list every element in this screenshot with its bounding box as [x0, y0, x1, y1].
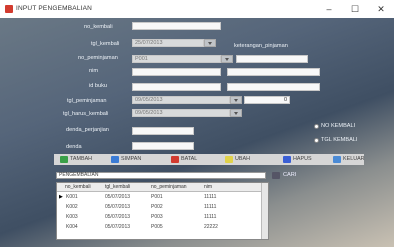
label-no-peminjaman: no_peminjaman — [78, 55, 118, 61]
table-cell: K001 — [66, 194, 78, 200]
table-cell: P001 — [151, 194, 163, 200]
app-icon — [5, 5, 13, 13]
table-cell: 05/07/2013 — [105, 224, 131, 230]
batal-label: BATAL — [181, 156, 198, 162]
label-tgl-harus-kembali: tgl_harus_kembali — [63, 111, 109, 117]
column-header-no-peminjaman[interactable]: no_peminjaman — [151, 184, 187, 190]
radio-no-kembali[interactable] — [314, 124, 319, 129]
column-header-no-kembali[interactable]: no_kembali — [65, 184, 91, 190]
simpan-label: SIMPAN — [121, 156, 142, 162]
hapus-label: HAPUS — [293, 156, 312, 162]
keluar-button[interactable]: KELUAR — [332, 154, 365, 165]
tgl-kembali-date-picker-icon[interactable] — [204, 39, 216, 47]
no-kembali-field[interactable] — [132, 22, 221, 30]
row-selector-arrow-icon: ▶ — [59, 194, 63, 200]
title-bar: INPUT PENGEMBALIAN – ☐ ✕ — [0, 0, 394, 18]
data-table[interactable]: no_kembali tgl_kembali no_peminjaman nim… — [56, 182, 269, 240]
save-icon — [111, 156, 119, 163]
tgl-kembali-field[interactable]: 25/07/2013 — [132, 39, 204, 47]
minimize-icon[interactable]: – — [318, 2, 340, 16]
window-title: INPUT PENGEMBALIAN — [16, 5, 93, 12]
tambah-button[interactable]: TAMBAH — [59, 154, 92, 165]
button-toolbar: TAMBAH SIMPAN BATAL UBAH HAPUS KELUAR — [54, 154, 365, 165]
table-cell: K003 — [66, 214, 78, 220]
ubah-label: UBAH — [235, 156, 250, 162]
table-cell: P002 — [151, 204, 163, 210]
no-peminjaman-dropdown-icon[interactable] — [221, 55, 233, 63]
search-icon[interactable] — [272, 172, 280, 179]
table-cell: 11111 — [204, 204, 217, 210]
column-header-nim[interactable]: nim — [204, 184, 212, 190]
hapus-button[interactable]: HAPUS — [282, 154, 312, 165]
search-input[interactable]: PENGEMBALIAN — [56, 172, 266, 179]
judul-buku-field[interactable] — [227, 83, 320, 91]
close-icon[interactable]: ✕ — [370, 2, 392, 16]
simpan-button[interactable]: SIMPAN — [110, 154, 141, 165]
tgl-harus-kembali-date-picker-icon[interactable] — [230, 109, 242, 117]
denda-field[interactable] — [132, 142, 194, 150]
id-buku-field[interactable] — [132, 83, 221, 91]
ubah-button[interactable]: UBAH — [224, 154, 250, 165]
label-no-kembali: no_kembali — [84, 24, 113, 30]
radio-tgl-kembali[interactable] — [314, 138, 319, 143]
column-header-tgl-kembali[interactable]: tgl_kembali — [105, 184, 130, 190]
tgl-peminjaman-date-picker-icon[interactable] — [230, 96, 242, 104]
table-cell: P005 — [151, 224, 163, 230]
delete-icon — [283, 156, 291, 163]
app-window: INPUT PENGEMBALIAN – ☐ ✕ no_kembali tgl_… — [0, 0, 394, 247]
nama-field[interactable] — [227, 68, 320, 76]
batal-button[interactable]: BATAL — [170, 154, 197, 165]
table-cell: 05/07/2013 — [105, 214, 131, 220]
denda-perjanjian-field[interactable] — [132, 127, 194, 135]
table-vertical-scrollbar[interactable] — [261, 183, 268, 239]
label-keterangan-pinjaman: keterangan_pinjaman — [234, 43, 288, 49]
label-denda-perjanjian: denda_perjanjian — [66, 127, 109, 133]
edit-icon — [225, 156, 233, 163]
radio-tgl-kembali-label: TGL KEMBALI — [321, 137, 358, 143]
tgl-harus-kembali-field[interactable]: 09/05/2013 — [132, 109, 230, 117]
label-tgl-peminjaman: tgl_peminjaman — [67, 98, 107, 104]
table-cell: 11111 — [204, 214, 217, 220]
cari-label: CARI — [283, 172, 297, 178]
label-tgl-kembali: tgl_kembali — [91, 41, 120, 47]
table-cell: 05/07/2013 — [105, 194, 131, 200]
keluar-label: KELUAR — [343, 156, 365, 162]
label-denda: denda — [66, 144, 82, 150]
maximize-icon[interactable]: ☐ — [344, 2, 366, 16]
add-icon — [60, 156, 68, 163]
table-cell: 22222 — [204, 224, 218, 230]
no-peminjaman-field[interactable]: P001 — [132, 55, 221, 63]
table-cell: P003 — [151, 214, 163, 220]
exit-icon — [333, 156, 341, 163]
radio-no-kembali-label: NO KEMBALI — [321, 123, 356, 129]
table-cell: 11111 — [204, 194, 217, 200]
jumlah-field[interactable]: 0 — [244, 96, 290, 104]
table-cell: 05/07/2013 — [105, 204, 131, 210]
tambah-label: TAMBAH — [70, 156, 93, 162]
label-nim: nim — [89, 68, 99, 74]
table-cell: K004 — [66, 224, 78, 230]
label-id-buku: id buku — [89, 83, 108, 89]
cancel-icon — [171, 156, 179, 163]
keterangan-pinjaman-field[interactable] — [236, 55, 308, 63]
table-cell: K002 — [66, 204, 78, 210]
tgl-peminjaman-field[interactable]: 09/05/2013 — [132, 96, 230, 104]
nim-field[interactable] — [132, 68, 221, 76]
